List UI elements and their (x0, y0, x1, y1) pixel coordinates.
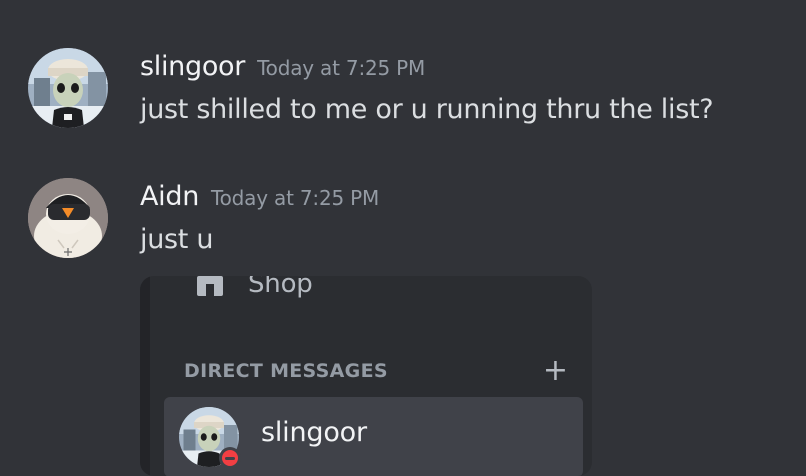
author-name[interactable]: slingoor (140, 51, 245, 82)
dm-item-name: slingoor (261, 417, 367, 448)
message-content: just shilled to me or u running thru the… (140, 94, 714, 125)
avatar[interactable] (28, 48, 108, 128)
shop-nav-item[interactable]: Shop (192, 276, 313, 302)
dm-list-item[interactable]: slingoor (164, 397, 583, 476)
shop-icon (192, 276, 228, 304)
message-content: just u (140, 224, 214, 255)
author-name[interactable]: Aidn (140, 181, 199, 212)
plus-icon[interactable]: + (543, 356, 568, 386)
image-attachment[interactable]: Shop DIRECT MESSAGES + slingoor (140, 276, 592, 476)
avatar (179, 407, 241, 469)
avatar[interactable] (28, 178, 108, 258)
dnd-status-icon (219, 447, 241, 469)
dm-section-title: DIRECT MESSAGES (184, 360, 388, 382)
shop-label: Shop (248, 276, 313, 299)
dm-section-header: DIRECT MESSAGES + (184, 356, 568, 386)
message-header: Aidn Today at 7:25 PM (140, 181, 379, 212)
message-header: slingoor Today at 7:25 PM (140, 51, 425, 82)
timestamp: Today at 7:25 PM (211, 186, 380, 210)
timestamp: Today at 7:25 PM (257, 56, 426, 80)
server-rail (140, 276, 150, 476)
